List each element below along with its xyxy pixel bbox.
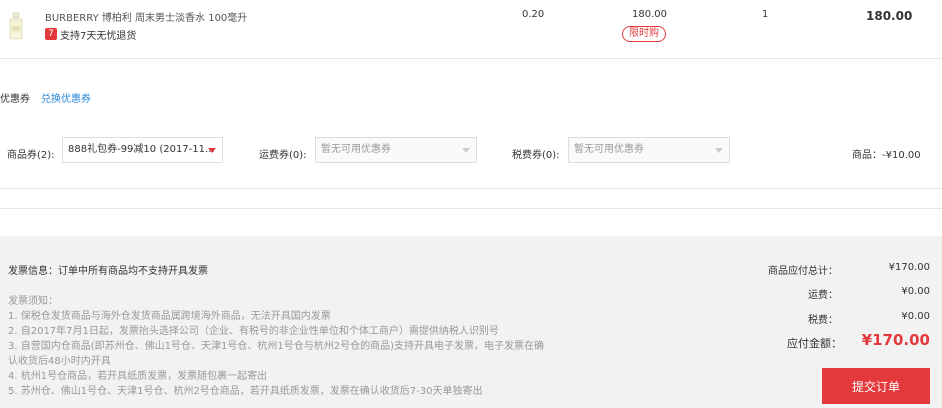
goods-discount-summary: 商品：-¥10.00	[852, 150, 921, 161]
invoice-note: 5. 苏州仓、佛山1号仓、天津1号仓、杭州2号仓商品，若开具纸质发票，发票在确认…	[8, 386, 483, 397]
invoice-note: 2. 自2017年7月1日起，发票抬头选择公司（企业、有税号的非企业性单位和个体…	[8, 326, 499, 337]
product-tax-price: 0.20	[522, 9, 545, 20]
payable-value: ¥170.00	[861, 331, 930, 349]
divider	[0, 188, 942, 189]
limited-time-tag: 限时购	[622, 26, 666, 42]
goods-coupon-value: 888礼包券-99减10 (2017-11...	[68, 144, 215, 155]
invoice-note: 1. 保税仓发货商品与海外仓发货商品属跨境海外商品，无法开具国内发票	[8, 311, 331, 322]
tax-value: ¥0.00	[901, 311, 930, 322]
product-quantity: 1	[762, 9, 769, 20]
shipping-coupon-label: 运费券(0):	[259, 150, 307, 161]
goods-coupon-label: 商品券(2):	[7, 150, 55, 161]
perfume-bottle-icon	[9, 12, 23, 40]
chevron-down-icon	[208, 148, 216, 153]
tax-coupon-select[interactable]: 暂无可用优惠券	[568, 137, 730, 163]
shipping-coupon-select[interactable]: 暂无可用优惠券	[315, 137, 477, 163]
goods-total-label: 商品应付总计：	[768, 266, 838, 277]
divider	[0, 58, 942, 59]
product-thumbnail[interactable]	[8, 12, 24, 40]
return-policy-text: 支持7天无忧退货	[60, 31, 137, 42]
coupon-section-title: 优惠券	[0, 94, 30, 105]
tax-coupon-label: 税费券(0):	[512, 150, 560, 161]
product-name[interactable]: BURBERRY 博柏利 周末男士淡香水 100毫升	[45, 9, 247, 24]
invoice-note: 认收货后48小时内开具	[8, 356, 111, 367]
shipping-value: ¥0.00	[901, 286, 930, 297]
invoice-info-title: 发票信息：订单中所有商品均不支持开具发票	[8, 266, 208, 277]
invoice-note: 4. 杭州1号仓商品，若开具纸质发票，发票随包裹一起寄出	[8, 371, 268, 382]
return-policy-badge: 7	[45, 28, 57, 40]
divider	[0, 208, 942, 209]
invoice-notes-title: 发票须知：	[8, 296, 58, 307]
tax-coupon-value: 暂无可用优惠券	[574, 144, 644, 155]
product-unit-price: 180.00	[632, 9, 667, 20]
redeem-coupon-link[interactable]: 兑换优惠券	[41, 90, 91, 105]
goods-total-value: ¥170.00	[888, 262, 930, 273]
chevron-down-icon	[462, 148, 470, 153]
submit-order-button[interactable]: 提交订单	[822, 368, 930, 404]
tax-label: 税费：	[808, 315, 838, 326]
invoice-note: 3. 自营国内仓商品(即苏州仓、佛山1号仓、天津1号仓、杭州1号仓与杭州2号仓的…	[8, 341, 544, 352]
shipping-coupon-value: 暂无可用优惠券	[321, 144, 391, 155]
goods-coupon-select[interactable]: 888礼包券-99减10 (2017-11...	[62, 137, 223, 163]
shipping-label: 运费：	[808, 290, 838, 301]
invoice-notes: 发票须知： 1. 保税仓发货商品与海外仓发货商品属跨境海外商品，无法开具国内发票…	[8, 294, 588, 399]
chevron-down-icon	[715, 148, 723, 153]
product-subtotal: 180.00	[866, 9, 913, 23]
